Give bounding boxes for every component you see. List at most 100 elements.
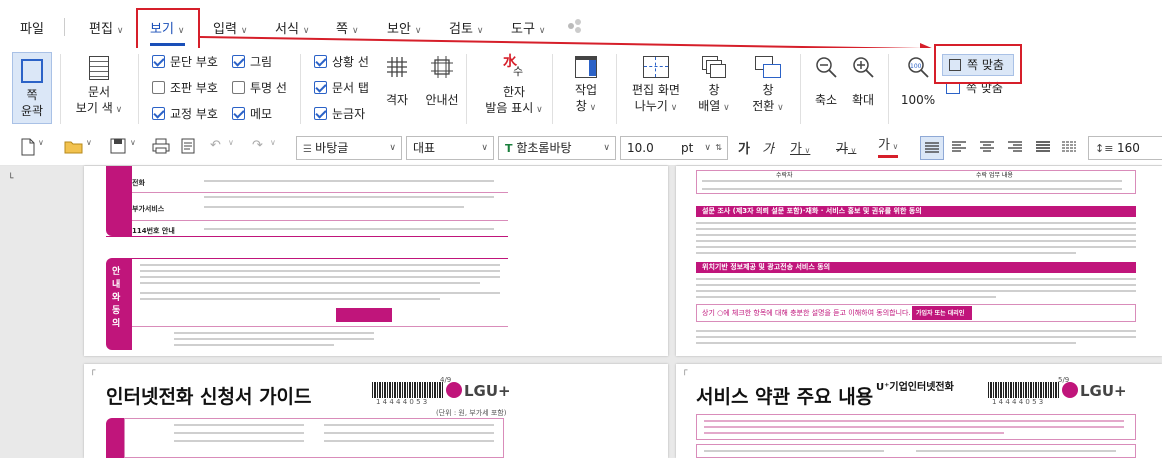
- underline-button[interactable]: 가 ∨: [790, 138, 810, 158]
- page-top-right[interactable]: 수락자 수락 업무 내용 설문 조사 (제3자 의뢰 설문 포함)·재화 · 서…: [676, 166, 1162, 356]
- text-placeholder: [696, 246, 1136, 248]
- section-bar: [106, 166, 132, 236]
- check-paragraph-mark[interactable]: 문단 부호: [152, 53, 218, 71]
- distribute-button[interactable]: [1034, 138, 1052, 158]
- undo-dropdown[interactable]: ∨: [228, 138, 234, 158]
- line-spacing-field[interactable]: ↕≡ 160: [1088, 136, 1162, 160]
- ribbon-divider: [800, 54, 801, 124]
- guide-lines-button[interactable]: 안내선: [420, 56, 464, 108]
- guide-title: 인터넷전화 신청서 가이드: [106, 386, 312, 408]
- divide-button[interactable]: [1060, 138, 1078, 158]
- text-placeholder: [140, 270, 500, 272]
- text-placeholder: [174, 338, 374, 340]
- switch-window-button[interactable]: 창 전환 ∨: [750, 56, 786, 116]
- row-label-addon: 부가서비스: [132, 205, 165, 213]
- preview-icon[interactable]: [180, 138, 196, 158]
- text-placeholder: [704, 426, 1124, 428]
- redo-dropdown[interactable]: ∨: [270, 138, 276, 158]
- text-placeholder: [696, 290, 1136, 292]
- zoom-100-icon: 100: [908, 57, 929, 78]
- undo-icon[interactable]: ↶: [210, 138, 221, 158]
- language-select[interactable]: 대표 ∨: [406, 136, 494, 160]
- signer-label: 가입자 또는 대리인: [916, 310, 965, 317]
- text-placeholder: [174, 440, 304, 442]
- doc-view-color-button[interactable]: 문서 보기 색 ∨: [74, 56, 124, 118]
- hanja-pronunciation-button[interactable]: 水 수 한자 발음 표시 ∨: [484, 54, 544, 118]
- page-corner-mark: ┌: [682, 366, 688, 376]
- ribbon-divider: [138, 54, 139, 124]
- acceptor-table: [696, 170, 1136, 194]
- text-placeholder: [696, 252, 1076, 254]
- work-window-button[interactable]: 작업 창 ∨: [568, 56, 604, 116]
- hwp-window: 파일 편집 ∨ 보기 ∨ 입력 ∨ 서식 ∨ 쪽 ∨ 보안 ∨ 검토 ∨ 도구 ∨ 쪽 윤곽 문…: [0, 0, 1162, 458]
- check-ruler[interactable]: 눈금자: [314, 105, 365, 123]
- new-doc-icon[interactable]: [20, 138, 36, 158]
- document-area[interactable]: └ 전화 부가서비스 114번호 안내 안내와 동의 수락자 수락 업무 내용 …: [0, 166, 1162, 458]
- text-placeholder: [204, 228, 494, 230]
- ribbon-divider: [300, 54, 301, 124]
- split-screen-button[interactable]: 편집 화면 나누기 ∨: [624, 56, 688, 116]
- arrange-label-2: 배열 ∨: [698, 99, 730, 113]
- page-bottom-right[interactable]: ┌ 서비스 약관 주요 내용 U⁺기업인터넷전화 5/9 1 4 4 4 4 0…: [676, 364, 1162, 458]
- text-placeholder: [704, 420, 1124, 422]
- checkbox-icon: [314, 55, 327, 68]
- zoom-100-button[interactable]: 100 100%: [898, 56, 938, 108]
- font-color-button[interactable]: 가 ∨: [878, 138, 899, 158]
- split-screen-label-2: 나누기 ∨: [634, 99, 678, 113]
- open-folder-icon[interactable]: [64, 138, 84, 158]
- zoom-out-button[interactable]: 축소: [810, 56, 842, 108]
- italic-button[interactable]: 가: [762, 138, 774, 158]
- view-ribbon: 쪽 윤곽 문서 보기 색 ∨ 문단 부호 조판 부호 교정 부호 그림 투명 선…: [0, 44, 1162, 130]
- font-size-field[interactable]: 10.0 pt ∨ ⇅: [620, 136, 728, 160]
- hanja-icon: 水 수: [503, 54, 524, 78]
- text-placeholder: [324, 440, 494, 442]
- page-top-left[interactable]: 전화 부가서비스 114번호 안내 안내와 동의: [84, 166, 668, 356]
- check-memo[interactable]: 메모: [232, 105, 272, 123]
- fit-page-highlight: [934, 44, 1022, 84]
- align-left-button[interactable]: [950, 138, 968, 158]
- print-icon[interactable]: [152, 138, 170, 158]
- align-center-button[interactable]: [978, 138, 996, 158]
- checkbox-icon: [232, 55, 245, 68]
- zoom-in-button[interactable]: 확대: [847, 56, 879, 108]
- row-label-114: 114번호 안내: [132, 227, 175, 235]
- grid-button[interactable]: 격자: [382, 56, 412, 108]
- text-placeholder: [696, 222, 1136, 224]
- page-bottom-left[interactable]: ┌ 인터넷전화 신청서 가이드 4/9 1 4 4 4 4 0 5 3 LGU+…: [84, 364, 668, 458]
- redo-icon[interactable]: ↷: [252, 138, 263, 158]
- check-status-line[interactable]: 상황 선: [314, 53, 369, 71]
- align-justify-button[interactable]: [920, 136, 944, 160]
- style-select[interactable]: ☰ 바탕글 ∨: [296, 136, 402, 160]
- work-window-label-2: 창 ∨: [575, 99, 597, 113]
- check-transparent-line[interactable]: 투명 선: [232, 79, 287, 97]
- split-screen-icon: [643, 56, 669, 78]
- text-placeholder: [140, 282, 480, 284]
- page-outline-icon: [21, 59, 43, 83]
- text-placeholder: [696, 228, 1136, 230]
- strike-button[interactable]: 가 ∨: [836, 138, 856, 158]
- zoom-out-icon: [816, 57, 837, 78]
- arrange-window-button[interactable]: 창 배열 ∨: [696, 56, 732, 116]
- text-placeholder: [702, 188, 1122, 190]
- align-right-button[interactable]: [1006, 138, 1024, 158]
- font-select[interactable]: T 함초롬바탕 ∨: [498, 136, 616, 160]
- page-outline-button[interactable]: 쪽 윤곽: [12, 52, 52, 124]
- save-icon[interactable]: [110, 138, 126, 158]
- terms-title: 서비스 약관 주요 내용: [696, 386, 874, 408]
- check-format-mark[interactable]: 조판 부호: [152, 79, 218, 97]
- check-doc-tab[interactable]: 문서 탭: [314, 79, 369, 97]
- check-picture[interactable]: 그림: [232, 53, 272, 71]
- checkbox-icon: [232, 81, 245, 94]
- check-proof-mark[interactable]: 교정 부호: [152, 105, 218, 123]
- save-dropdown[interactable]: ∨: [130, 138, 136, 158]
- bold-button[interactable]: 가: [738, 138, 750, 158]
- text-placeholder: [696, 336, 1136, 338]
- new-doc-dropdown[interactable]: ∨: [38, 138, 44, 158]
- open-dropdown[interactable]: ∨: [86, 138, 92, 158]
- text-placeholder: [702, 180, 1122, 182]
- ruler-corner-icon[interactable]: └: [8, 174, 13, 184]
- split-screen-label-1: 편집 화면: [632, 83, 680, 97]
- text-placeholder: [140, 276, 500, 278]
- work-window-icon: [575, 56, 597, 78]
- checkbox-icon: [152, 55, 165, 68]
